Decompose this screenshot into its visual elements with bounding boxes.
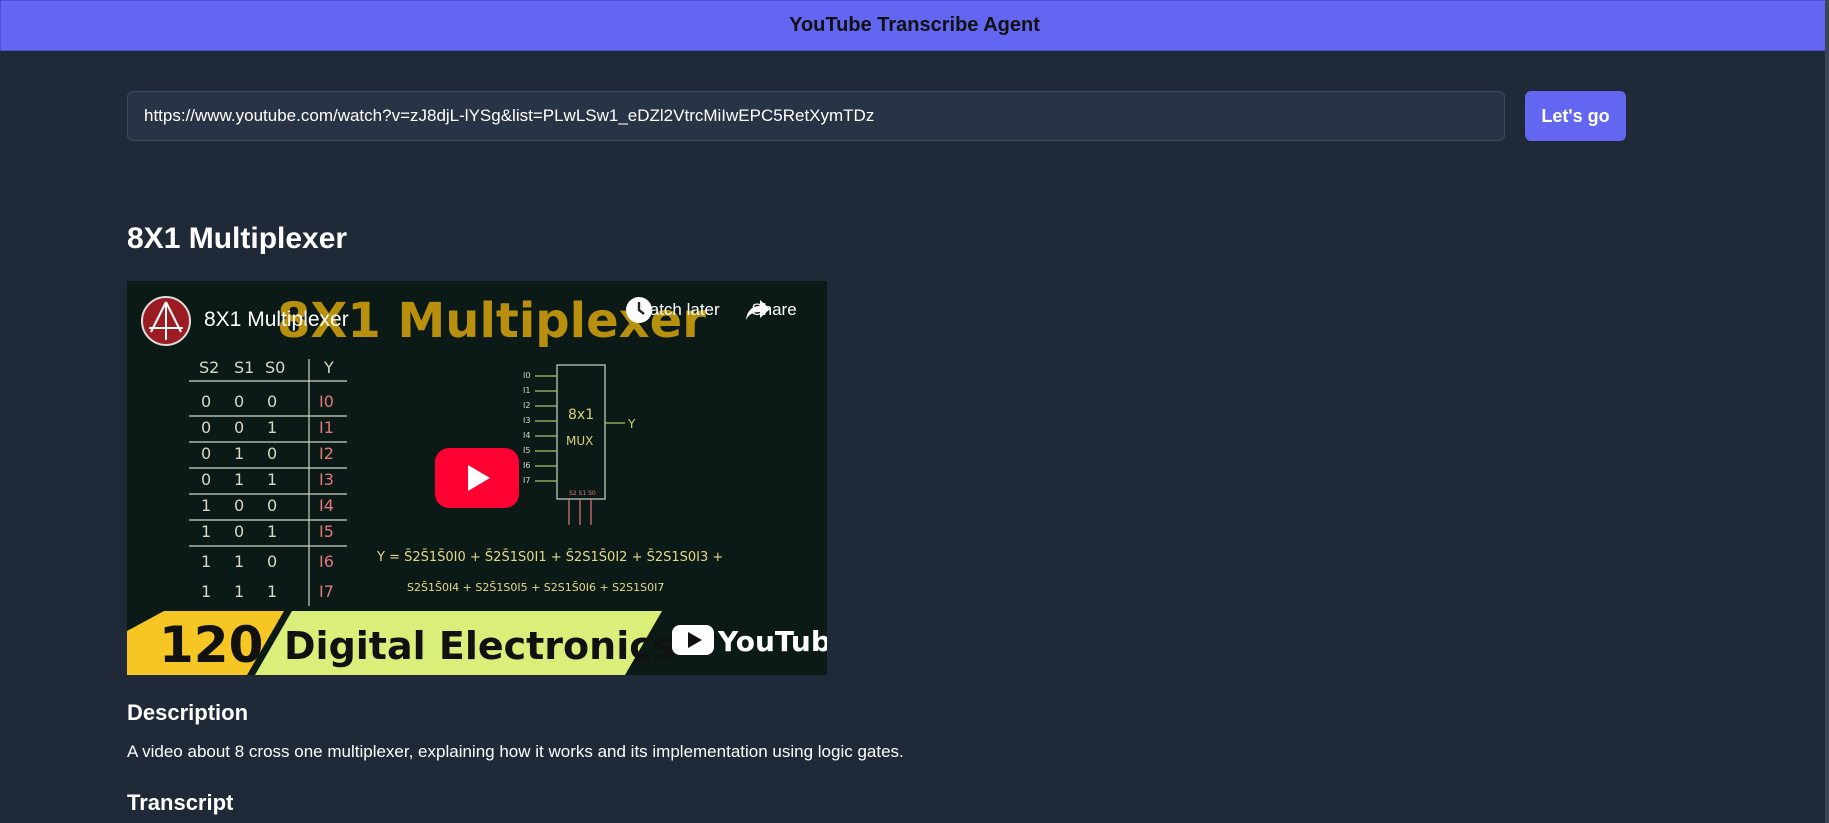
svg-text:I6: I6	[523, 461, 530, 470]
app-header: YouTube Transcribe Agent	[0, 0, 1829, 51]
app-title: YouTube Transcribe Agent	[789, 14, 1040, 36]
play-button[interactable]	[435, 448, 519, 508]
svg-text:1: 1	[234, 444, 244, 463]
svg-text:I1: I1	[319, 418, 334, 437]
svg-text:0: 0	[234, 496, 244, 515]
svg-text:0: 0	[234, 392, 244, 411]
svg-text:0: 0	[201, 418, 211, 437]
equation-line-1: Y = S̄2S̄1S̄0I0 + S̄2S̄1S0I1 + S̄2S1S̄0I…	[376, 550, 723, 565]
table-header: S2	[199, 358, 219, 377]
watch-later-button[interactable]: Watch later	[625, 296, 729, 323]
svg-text:0: 0	[267, 552, 277, 571]
svg-text:I4: I4	[319, 496, 334, 515]
svg-text:1: 1	[234, 470, 244, 489]
svg-text:I5: I5	[319, 522, 334, 541]
youtube-brand-text: YouTube	[717, 625, 827, 658]
clock-icon	[626, 297, 652, 323]
svg-text:1: 1	[267, 418, 277, 437]
transcript-heading: Transcript	[127, 790, 234, 815]
svg-text:I2: I2	[523, 401, 530, 410]
svg-text:S2 S1 S0: S2 S1 S0	[569, 490, 596, 497]
svg-text:0: 0	[234, 522, 244, 541]
svg-text:MUX: MUX	[566, 434, 593, 448]
svg-text:I2: I2	[319, 444, 334, 463]
svg-text:1: 1	[267, 582, 277, 601]
svg-text:I3: I3	[319, 470, 334, 489]
episode-number: 120	[159, 616, 263, 674]
svg-text:0: 0	[267, 392, 277, 411]
svg-text:I5: I5	[523, 446, 530, 455]
svg-text:0: 0	[201, 392, 211, 411]
svg-text:1: 1	[201, 552, 211, 571]
svg-text:1: 1	[201, 582, 211, 601]
description-heading: Description	[127, 700, 249, 725]
svg-text:I3: I3	[523, 416, 530, 425]
svg-text:I7: I7	[319, 582, 334, 601]
share-button[interactable]: Share	[744, 296, 804, 320]
page-scrollbar[interactable]	[1825, 0, 1829, 823]
svg-text:0: 0	[201, 444, 211, 463]
svg-text:I0: I0	[319, 392, 334, 411]
svg-text:I1: I1	[523, 386, 530, 395]
svg-text:I4: I4	[523, 431, 530, 440]
svg-text:0: 0	[201, 470, 211, 489]
table-header: S0	[265, 358, 285, 377]
description-text: A video about 8 cross one multiplexer, e…	[127, 742, 904, 761]
video-player[interactable]: 8X1 Multiplexer S2 S1 S0 Y 0 0 0 I0 0 0 …	[127, 281, 827, 675]
player-overlay-title[interactable]: 8X1 Multiplexer	[204, 308, 349, 332]
svg-text:8x1: 8x1	[568, 407, 594, 423]
svg-text:I7: I7	[523, 476, 530, 485]
svg-text:I0: I0	[523, 371, 530, 380]
equation-line-2: S2S̄1S̄0I4 + S2S̄1S0I5 + S2S1S̄0I6 + S2S…	[407, 581, 664, 594]
svg-text:1: 1	[201, 522, 211, 541]
channel-logo-icon	[149, 301, 183, 340]
lets-go-button[interactable]: Let's go	[1525, 91, 1626, 141]
video-title: 8X1 Multiplexer	[127, 222, 348, 255]
table-header: Y	[323, 358, 334, 377]
youtube-url-input[interactable]	[127, 91, 1505, 141]
svg-text:0: 0	[267, 444, 277, 463]
svg-text:0: 0	[267, 496, 277, 515]
svg-text:1: 1	[234, 552, 244, 571]
svg-text:1: 1	[201, 496, 211, 515]
series-name: Digital Electronics	[284, 624, 674, 668]
svg-text:1: 1	[267, 470, 277, 489]
svg-text:Y: Y	[627, 417, 636, 431]
table-header: S1	[234, 358, 254, 377]
channel-avatar[interactable]	[141, 296, 191, 346]
svg-text:I6: I6	[319, 552, 334, 571]
svg-text:1: 1	[234, 582, 244, 601]
svg-text:1: 1	[267, 522, 277, 541]
share-icon	[746, 300, 770, 320]
svg-text:0: 0	[234, 418, 244, 437]
